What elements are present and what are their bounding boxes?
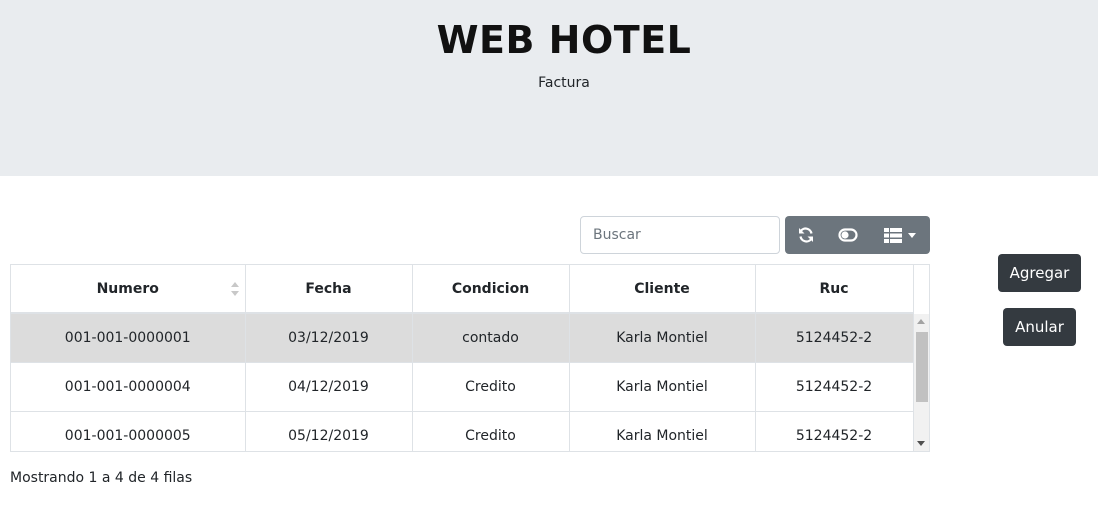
search-input[interactable] xyxy=(580,216,780,254)
page-subtitle: Factura xyxy=(538,75,590,91)
cell-cliente: Karla Montiel xyxy=(569,361,756,411)
cell-numero: 001-001-0000005 xyxy=(11,410,246,451)
table-row[interactable]: 001-001-0000005 05/12/2019 Credito Karla… xyxy=(11,410,914,451)
toggle-icon xyxy=(838,228,858,242)
column-header-cliente[interactable]: Cliente xyxy=(569,265,756,314)
toggle-view-button[interactable] xyxy=(827,216,869,254)
table-scrollbar[interactable] xyxy=(914,314,929,451)
cell-cliente: Karla Montiel xyxy=(569,312,756,362)
cell-condicion: Credito xyxy=(412,410,570,451)
cell-fecha: 04/12/2019 xyxy=(245,361,413,411)
column-header-ruc[interactable]: Ruc xyxy=(755,265,914,314)
cell-ruc: 5124452-2 xyxy=(755,410,914,451)
invoice-table-container: Numero Fecha Condicion Cliente Ruc 001-0… xyxy=(10,264,930,452)
table-row[interactable]: 001-001-0000001 03/12/2019 contado Karla… xyxy=(11,312,914,362)
cell-numero: 001-001-0000001 xyxy=(11,312,246,362)
refresh-button[interactable] xyxy=(785,216,827,254)
columns-icon xyxy=(883,227,902,243)
sort-icon xyxy=(230,282,239,296)
pagination-info: Mostrando 1 a 4 de 4 filas xyxy=(10,470,193,486)
table-row[interactable]: 001-001-0000004 04/12/2019 Credito Karla… xyxy=(11,361,914,411)
cell-cliente: Karla Montiel xyxy=(569,410,756,451)
cell-condicion: contado xyxy=(412,312,570,362)
add-button[interactable]: Agregar xyxy=(998,254,1081,292)
scroll-down-icon[interactable] xyxy=(917,441,925,446)
table-toolbar xyxy=(785,216,930,254)
chevron-down-icon xyxy=(907,232,916,238)
invoice-table: Numero Fecha Condicion Cliente Ruc 001-0… xyxy=(11,265,914,451)
column-header-condicion[interactable]: Condicion xyxy=(412,265,570,314)
cell-fecha: 05/12/2019 xyxy=(245,410,413,451)
cell-numero: 001-001-0000004 xyxy=(11,361,246,411)
scrollbar-thumb[interactable] xyxy=(916,332,928,402)
cell-condicion: Credito xyxy=(412,361,570,411)
table-header-row: Numero Fecha Condicion Cliente Ruc xyxy=(11,265,914,314)
column-header-numero[interactable]: Numero xyxy=(11,265,246,314)
cell-fecha: 03/12/2019 xyxy=(245,312,413,362)
column-header-fecha[interactable]: Fecha xyxy=(245,265,413,314)
page-title: WEB HOTEL xyxy=(436,18,692,62)
scroll-up-icon[interactable] xyxy=(917,319,925,324)
columns-dropdown-button[interactable] xyxy=(869,216,930,254)
cell-ruc: 5124452-2 xyxy=(755,312,914,362)
page-header: WEB HOTEL Factura xyxy=(0,0,1098,176)
cancel-invoice-button[interactable]: Anular xyxy=(1003,308,1076,346)
cell-ruc: 5124452-2 xyxy=(755,361,914,411)
refresh-icon xyxy=(799,227,813,243)
